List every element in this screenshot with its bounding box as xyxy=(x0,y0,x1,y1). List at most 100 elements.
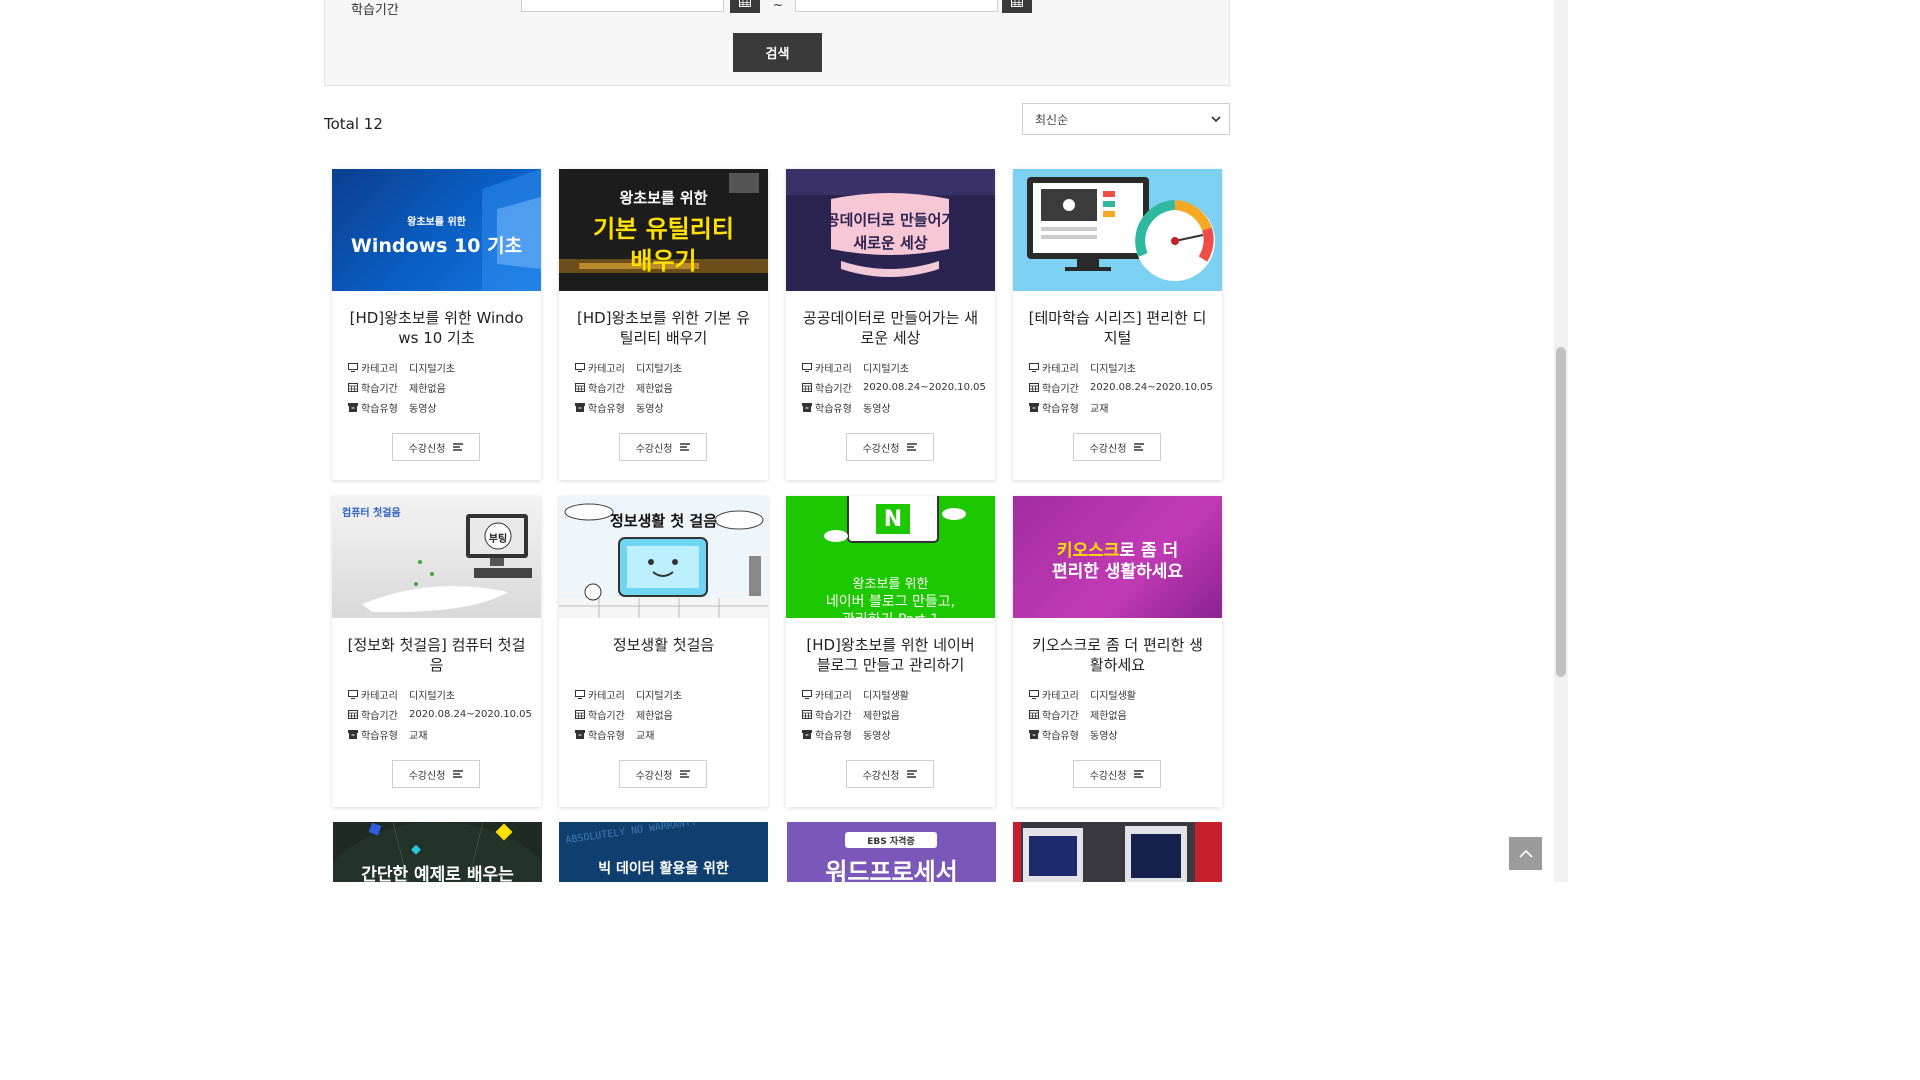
course-card[interactable]: [테마학습 시리즈] 편리한 디지털 카테고리 디지털기초 학습기간 2020.… xyxy=(1013,169,1222,480)
meta-type-value: 교재 xyxy=(1090,403,1109,415)
course-thumbnail[interactable]: 정보생활 첫 걸음 xyxy=(559,496,768,618)
course-card[interactable]: 정보생활 첫 걸음 정보생활 첫걸음 카테고리 디지털기초 학습기간 제한없음 … xyxy=(559,496,768,807)
calendar-icon xyxy=(575,382,585,392)
archive-icon xyxy=(348,402,358,412)
meta-category-label: 카테고리 xyxy=(1042,363,1079,375)
thumbnail-subtext: 왕초보를 위한 xyxy=(407,217,466,228)
course-title[interactable]: [HD]왕초보를 위한 네이버 블로그 만들고 관리하기 xyxy=(800,635,981,675)
scrollbar[interactable] xyxy=(1554,0,1568,882)
enroll-button[interactable]: 수강신청 xyxy=(392,760,480,788)
calendar-icon xyxy=(802,382,812,392)
thumbnail-code-text: ABSOLUTELY NO WARRANTY xyxy=(564,822,698,847)
archive-icon xyxy=(575,729,585,739)
course-title[interactable]: 공공데이터로 만들어가는 새로운 세상 xyxy=(800,308,981,348)
course-thumbnail[interactable]: 왕초보를 위한 Windows 10 기초 xyxy=(332,169,541,291)
meta-period-value: 2020.08.24~2020.10.05 xyxy=(409,708,532,720)
meta-period-label: 학습기간 xyxy=(1042,710,1079,722)
meta-period-value: 제한없음 xyxy=(409,383,446,395)
enroll-button[interactable]: 수강신청 xyxy=(619,433,707,461)
course-title[interactable]: 정보생활 첫걸음 xyxy=(573,635,754,655)
course-card[interactable]: 공공데이터로 만들어가는 새로운 세상 공공데이터로 만들어가는 새로운 세상 … xyxy=(786,169,995,480)
meta-category-label: 카테고리 xyxy=(361,363,398,375)
course-thumbnail[interactable]: EBS 자격증 워드프로세서 xyxy=(787,822,996,882)
enroll-button-label: 수강신청 xyxy=(408,770,446,782)
course-title[interactable]: [정보화 첫걸음] 컴퓨터 첫걸음 xyxy=(346,635,527,675)
meta-type-label: 학습유형 xyxy=(1042,730,1079,742)
course-card[interactable]: 컴퓨터 첫걸음 부팅 [정보화 첫걸음] 컴퓨터 첫걸음 카테고리 디지털기초 … xyxy=(332,496,541,807)
course-title[interactable]: [HD]왕초보를 위한 Windows 10 기초 xyxy=(346,308,527,348)
course-thumbnail[interactable] xyxy=(1013,169,1222,291)
course-meta: 카테고리 디지털기초 학습기간 2020.08.24~2020.10.05 학습… xyxy=(348,684,533,744)
period-tilde: ~ xyxy=(773,0,784,12)
monitor-icon xyxy=(802,362,812,372)
archive-icon xyxy=(575,402,585,412)
course-title[interactable]: [HD]왕초보를 위한 기본 유틸리티 배우기 xyxy=(573,308,754,348)
course-thumbnail[interactable]: 왕초보를 위한 기본 유틸리티 배우기 xyxy=(559,169,768,291)
meta-category-value: 디지털기초 xyxy=(409,363,455,375)
course-thumbnail[interactable]: N 왕초보를 위한 네이버 블로그 만들고, 관리하기 Part 1 xyxy=(786,496,995,618)
meta-category-row: 카테고리 디지털기초 xyxy=(575,357,760,377)
course-thumbnail[interactable]: 키오스크로 좀 더 편리한 생활하세요 xyxy=(1013,496,1222,618)
enroll-button[interactable]: 수강신청 xyxy=(846,433,934,461)
course-thumbnail[interactable] xyxy=(1013,822,1222,882)
naver-logo: N xyxy=(883,506,903,532)
meta-category-row: 카테고리 디지털생활 xyxy=(802,684,987,704)
calendar-icon xyxy=(802,709,812,719)
meta-category-row: 카테고리 디지털기초 xyxy=(802,357,987,377)
chevron-up-icon xyxy=(1518,849,1533,858)
sort-select[interactable]: 최신순 xyxy=(1022,103,1230,135)
end-calendar-button[interactable] xyxy=(1002,0,1032,13)
meta-period-label: 학습기간 xyxy=(588,383,625,395)
search-button[interactable]: 검색 xyxy=(733,33,822,72)
meta-period-label: 학습기간 xyxy=(361,710,398,722)
course-thumbnail[interactable]: 간단한 예제로 배우는 xyxy=(333,822,542,882)
meta-type-row: 학습유형 동영상 xyxy=(802,397,987,417)
thumbnail-text-line2: 배우기 xyxy=(630,247,697,275)
list-icon xyxy=(1134,769,1145,778)
list-icon xyxy=(907,442,918,451)
course-title[interactable]: 키오스크로 좀 더 편리한 생활하세요 xyxy=(1027,635,1208,675)
course-card[interactable]: N 왕초보를 위한 네이버 블로그 만들고, 관리하기 Part 1 [HD]왕… xyxy=(786,496,995,807)
enroll-button[interactable]: 수강신청 xyxy=(619,760,707,788)
enroll-button[interactable]: 수강신청 xyxy=(392,433,480,461)
total-count: Total 12 xyxy=(324,115,383,133)
course-title[interactable]: [테마학습 시리즈] 편리한 디지털 xyxy=(1027,308,1208,348)
start-calendar-button[interactable] xyxy=(730,0,760,13)
sort-selected-value: 최신순 xyxy=(1035,112,1069,127)
meta-category-value: 디지털생활 xyxy=(863,690,909,702)
start-date-input[interactable] xyxy=(521,0,724,12)
meta-category-label: 카테고리 xyxy=(1042,690,1079,702)
course-card[interactable]: 왕초보를 위한 기본 유틸리티 배우기 [HD]왕초보를 위한 기본 유틸리티 … xyxy=(559,169,768,480)
calendar-icon xyxy=(1029,382,1039,392)
list-icon xyxy=(907,769,918,778)
meta-period-label: 학습기간 xyxy=(815,383,852,395)
meta-period-value: 제한없음 xyxy=(636,383,673,395)
meta-period-label: 학습기간 xyxy=(588,710,625,722)
meta-category-row: 카테고리 디지털기초 xyxy=(348,684,533,704)
scrollbar-thumb[interactable] xyxy=(1556,347,1566,677)
meta-category-label: 카테고리 xyxy=(588,690,625,702)
course-thumbnail[interactable]: 공공데이터로 만들어가는 새로운 세상 xyxy=(786,169,995,291)
course-card[interactable]: 왕초보를 위한 Windows 10 기초 [HD]왕초보를 위한 Window… xyxy=(332,169,541,480)
meta-period-value: 제한없음 xyxy=(1090,710,1127,722)
meta-category-value: 디지털기초 xyxy=(409,690,455,702)
end-date-input[interactable] xyxy=(795,0,998,12)
meta-type-label: 학습유형 xyxy=(588,403,625,415)
enroll-button[interactable]: 수강신청 xyxy=(1073,760,1161,788)
course-meta: 카테고리 디지털생활 학습기간 제한없음 학습유형 동영상 xyxy=(802,684,987,744)
course-thumbnail[interactable]: 컴퓨터 첫걸음 부팅 xyxy=(332,496,541,618)
meta-type-value: 동영상 xyxy=(636,403,664,415)
thumbnail-badge: 부팅 xyxy=(488,534,508,545)
list-icon xyxy=(680,769,691,778)
list-icon xyxy=(1134,442,1145,451)
course-meta: 카테고리 디지털기초 학습기간 2020.08.24~2020.10.05 학습… xyxy=(1029,357,1214,417)
meta-period-row: 학습기간 제한없음 xyxy=(575,377,760,397)
course-meta: 카테고리 디지털기초 학습기간 제한없음 학습유형 동영상 xyxy=(575,357,760,417)
course-card[interactable]: 키오스크로 좀 더 편리한 생활하세요 키오스크로 좀 더 편리한 생활하세요 … xyxy=(1013,496,1222,807)
course-thumbnail[interactable]: ABSOLUTELY NO WARRANTY 빅 데이터 활용을 위한 xyxy=(559,822,768,882)
course-meta: 카테고리 디지털기초 학습기간 2020.08.24~2020.10.05 학습… xyxy=(802,357,987,417)
enroll-button[interactable]: 수강신청 xyxy=(1073,433,1161,461)
meta-category-value: 디지털기초 xyxy=(1090,363,1136,375)
scroll-to-top-button[interactable] xyxy=(1509,837,1542,870)
enroll-button[interactable]: 수강신청 xyxy=(846,760,934,788)
